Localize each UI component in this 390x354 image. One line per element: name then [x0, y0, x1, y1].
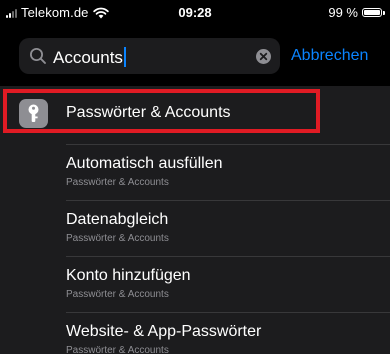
result-item-website-app-passwords[interactable]: Website- & App-Passwörter Passwörter & A… — [66, 312, 390, 354]
result-title: Datenabgleich — [66, 211, 169, 228]
battery-icon — [362, 8, 385, 17]
settings-search-screen: Telekom.de 09:28 99 % Accounts Abbrechen… — [0, 0, 390, 354]
result-title: Website- & App-Passwörter — [66, 323, 262, 340]
search-results: Passwörter & Accounts Automatisch ausfül… — [0, 86, 390, 354]
result-title: Konto hinzufügen — [66, 267, 191, 284]
clear-search-icon[interactable] — [256, 49, 271, 64]
result-subtitle: Passwörter & Accounts — [66, 345, 169, 354]
text-cursor — [123, 47, 126, 67]
battery-level — [364, 10, 380, 15]
cancel-button[interactable]: Abbrechen — [291, 47, 368, 65]
top-result-title: Passwörter & Accounts — [66, 104, 231, 121]
result-item-autofill[interactable]: Automatisch ausfüllen Passwörter & Accou… — [66, 144, 390, 200]
top-result-passwords-accounts[interactable]: Passwörter & Accounts — [0, 86, 390, 144]
search-query: Accounts — [53, 47, 126, 68]
search-input[interactable]: Accounts — [19, 38, 280, 74]
result-subtitle: Passwörter & Accounts — [66, 233, 169, 244]
search-icon — [30, 48, 46, 64]
key-icon — [19, 99, 48, 128]
search-row: Accounts Abbrechen — [0, 36, 390, 76]
status-bar: Telekom.de 09:28 99 % — [0, 0, 390, 26]
result-subtitle: Passwörter & Accounts — [66, 177, 169, 188]
battery-percent: 99 % — [328, 5, 358, 20]
result-item-add-account[interactable]: Konto hinzufügen Passwörter & Accounts — [66, 256, 390, 312]
result-item-data-sync[interactable]: Datenabgleich Passwörter & Accounts — [66, 200, 390, 256]
status-right: 99 % — [328, 5, 385, 20]
result-title: Automatisch ausfüllen — [66, 155, 223, 172]
result-subtitle: Passwörter & Accounts — [66, 289, 169, 300]
